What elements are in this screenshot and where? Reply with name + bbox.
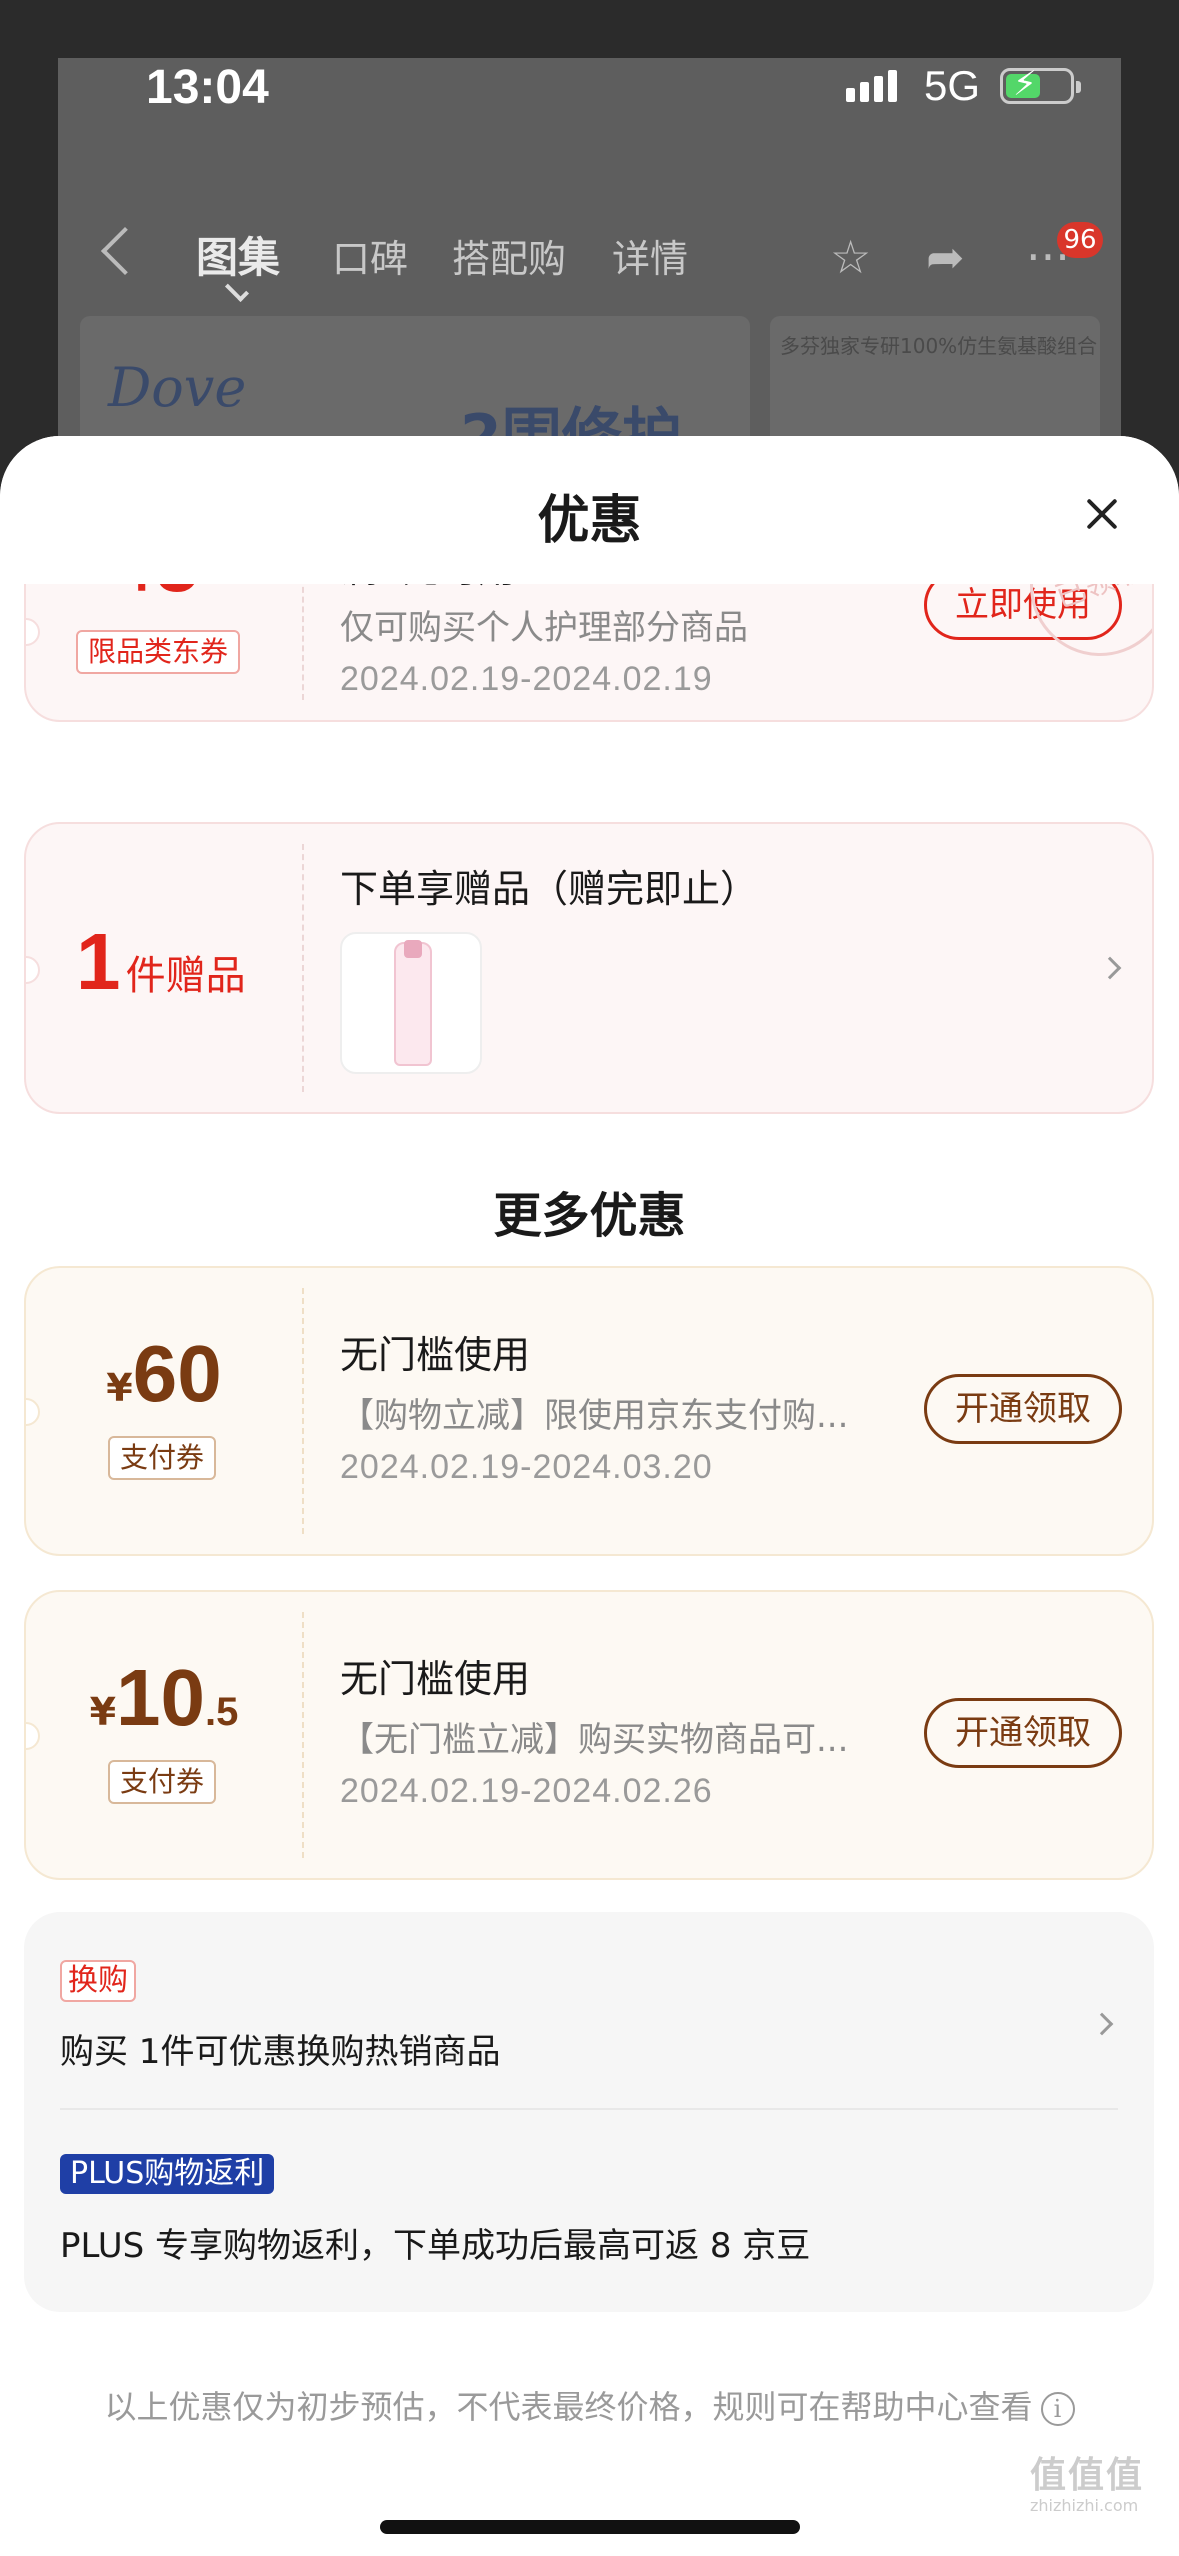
footer-note: 以上优惠仅为初步预估，不代表最终价格，规则可在帮助中心查看 i: [0, 2382, 1179, 2428]
chevron-right-icon[interactable]: [1098, 956, 1122, 980]
chevron-right-icon[interactable]: [1090, 2012, 1114, 2036]
product-nav: 图集 口碑 搭配购 详情 ☆ ➦ ···: [0, 220, 1179, 303]
gift-title: 下单享赠品（赠完即止）: [340, 867, 759, 911]
coupon-type-badge: 支付券: [108, 1760, 217, 1804]
network-label: 5G: [924, 62, 981, 109]
activate-claim-button[interactable]: 开通领取: [924, 1374, 1122, 1444]
gift-count: 1 件赠品: [76, 917, 246, 1006]
exchange-badge: 换购: [60, 1960, 136, 2002]
coupon-desc: 【购物立减】限使用京东支付购...: [340, 1396, 849, 1436]
payment-coupon-card: ¥10.5 支付券 无门槛使用 【无门槛立减】购买实物商品可... 2024.0…: [24, 1590, 1154, 1880]
tab-details[interactable]: 详情: [612, 228, 688, 283]
close-icon[interactable]: [1084, 496, 1120, 532]
gift-card[interactable]: 1 件赠品 下单享赠品（赠完即止）: [24, 822, 1154, 1114]
coupon-date: 2024.02.19-2024.02.26: [340, 1772, 713, 1810]
more-discounts-heading: 更多优惠: [493, 1188, 686, 1244]
coupon-amount: ¥10.5: [89, 1653, 239, 1742]
tab-gallery[interactable]: 图集: [196, 224, 280, 285]
extra-offers-box: 换购 购买 1件可优惠换购热销商品 PLUS购物返利 PLUS 专享购物返利，下…: [24, 1912, 1154, 2312]
coupon-type-badge: 支付券: [108, 1436, 217, 1480]
share-icon[interactable]: ➦: [926, 234, 965, 280]
coupon-type-badge: 限品类东券: [76, 630, 241, 674]
gift-product-image[interactable]: [340, 932, 482, 1074]
activate-claim-button[interactable]: 开通领取: [924, 1698, 1122, 1768]
sheet-title: 优惠: [537, 491, 642, 551]
footer-note-text: 以上优惠仅为初步预估，不代表最终价格，规则可在帮助中心查看: [104, 2388, 1033, 2426]
payment-coupon-card: ¥60 支付券 无门槛使用 【购物立减】限使用京东支付购... 2024.02.…: [24, 1266, 1154, 1556]
status-bar: 13:04 5G ⚡: [0, 0, 1179, 120]
coupon-amount: ¥60: [106, 1329, 222, 1418]
coupon-date: 2024.02.19-2024.02.19: [340, 660, 713, 698]
watermark: 值值值: [1030, 2455, 1145, 2496]
discount-sheet: 优惠 ¥5 限品类东券 满6元可用 仅可购买个人护理部分商品 2024.02.1…: [0, 436, 1179, 2556]
info-icon[interactable]: i: [1040, 2392, 1075, 2426]
coupon-date: 2024.02.19-2024.03.20: [340, 1448, 713, 1486]
coupon-title: 无门槛使用: [340, 1333, 531, 1377]
watermark-url: zhizhizhi.com: [1030, 2496, 1139, 2515]
signal-icon: [846, 70, 897, 102]
tab-bundle[interactable]: 搭配购: [452, 228, 566, 283]
coupon-desc: 仅可购买个人护理部分商品: [340, 608, 748, 648]
brand-logo: Dove: [108, 356, 247, 419]
status-time: 13:04: [146, 61, 269, 114]
coupon-desc: 【无门槛立减】购买实物商品可...: [340, 1720, 849, 1760]
banner2-text: 多芬独家专研100%仿生氨基酸组合: [780, 334, 1098, 358]
plus-badge: PLUS购物返利: [60, 2154, 275, 2194]
plus-text: PLUS 专享购物返利，下单成功后最高可返 8 京豆: [60, 2226, 811, 2266]
back-icon[interactable]: [100, 226, 150, 276]
coupon-title: 无门槛使用: [340, 1657, 531, 1701]
star-icon[interactable]: ☆: [830, 234, 871, 280]
divider: [60, 2108, 1118, 2110]
tab-reviews[interactable]: 口碑: [332, 228, 408, 283]
home-indicator[interactable]: [380, 2520, 800, 2534]
exchange-text[interactable]: 购买 1件可优惠换购热销商品: [60, 2024, 500, 2073]
sheet-header: 优惠: [0, 436, 1179, 584]
message-badge: 96: [1057, 222, 1103, 258]
battery-icon: ⚡: [1000, 67, 1081, 104]
